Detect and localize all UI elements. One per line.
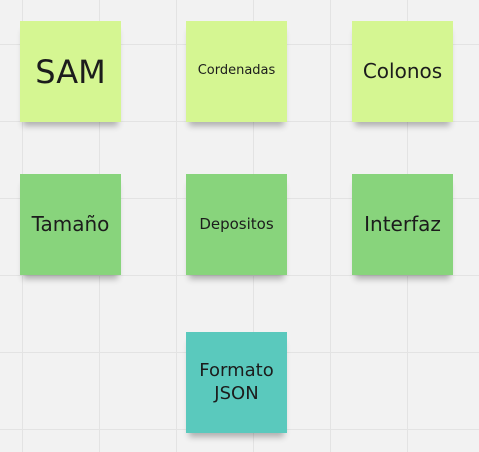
sticky-note-cordenadas[interactable]: Cordenadas xyxy=(186,21,287,122)
sticky-note-sam[interactable]: SAM xyxy=(20,21,121,122)
sticky-note-formato-json[interactable]: Formato JSON xyxy=(186,332,287,433)
sticky-note-text: Cordenadas xyxy=(197,63,276,79)
sticky-note-colonos[interactable]: Colonos xyxy=(352,21,453,122)
whiteboard-canvas[interactable]: SAM Cordenadas Colonos Tamaño Depositos … xyxy=(0,0,479,452)
sticky-note-text: Colonos xyxy=(362,59,443,83)
sticky-note-text: SAM xyxy=(35,52,106,91)
sticky-note-text: Formato JSON xyxy=(199,360,274,404)
sticky-note-text: Interfaz xyxy=(364,212,441,236)
sticky-note-interfaz[interactable]: Interfaz xyxy=(352,174,453,275)
sticky-note-depositos[interactable]: Depositos xyxy=(186,174,287,275)
sticky-note-tamano[interactable]: Tamaño xyxy=(20,174,121,275)
sticky-note-text: Tamaño xyxy=(31,212,110,236)
sticky-note-text: Depositos xyxy=(199,215,274,234)
